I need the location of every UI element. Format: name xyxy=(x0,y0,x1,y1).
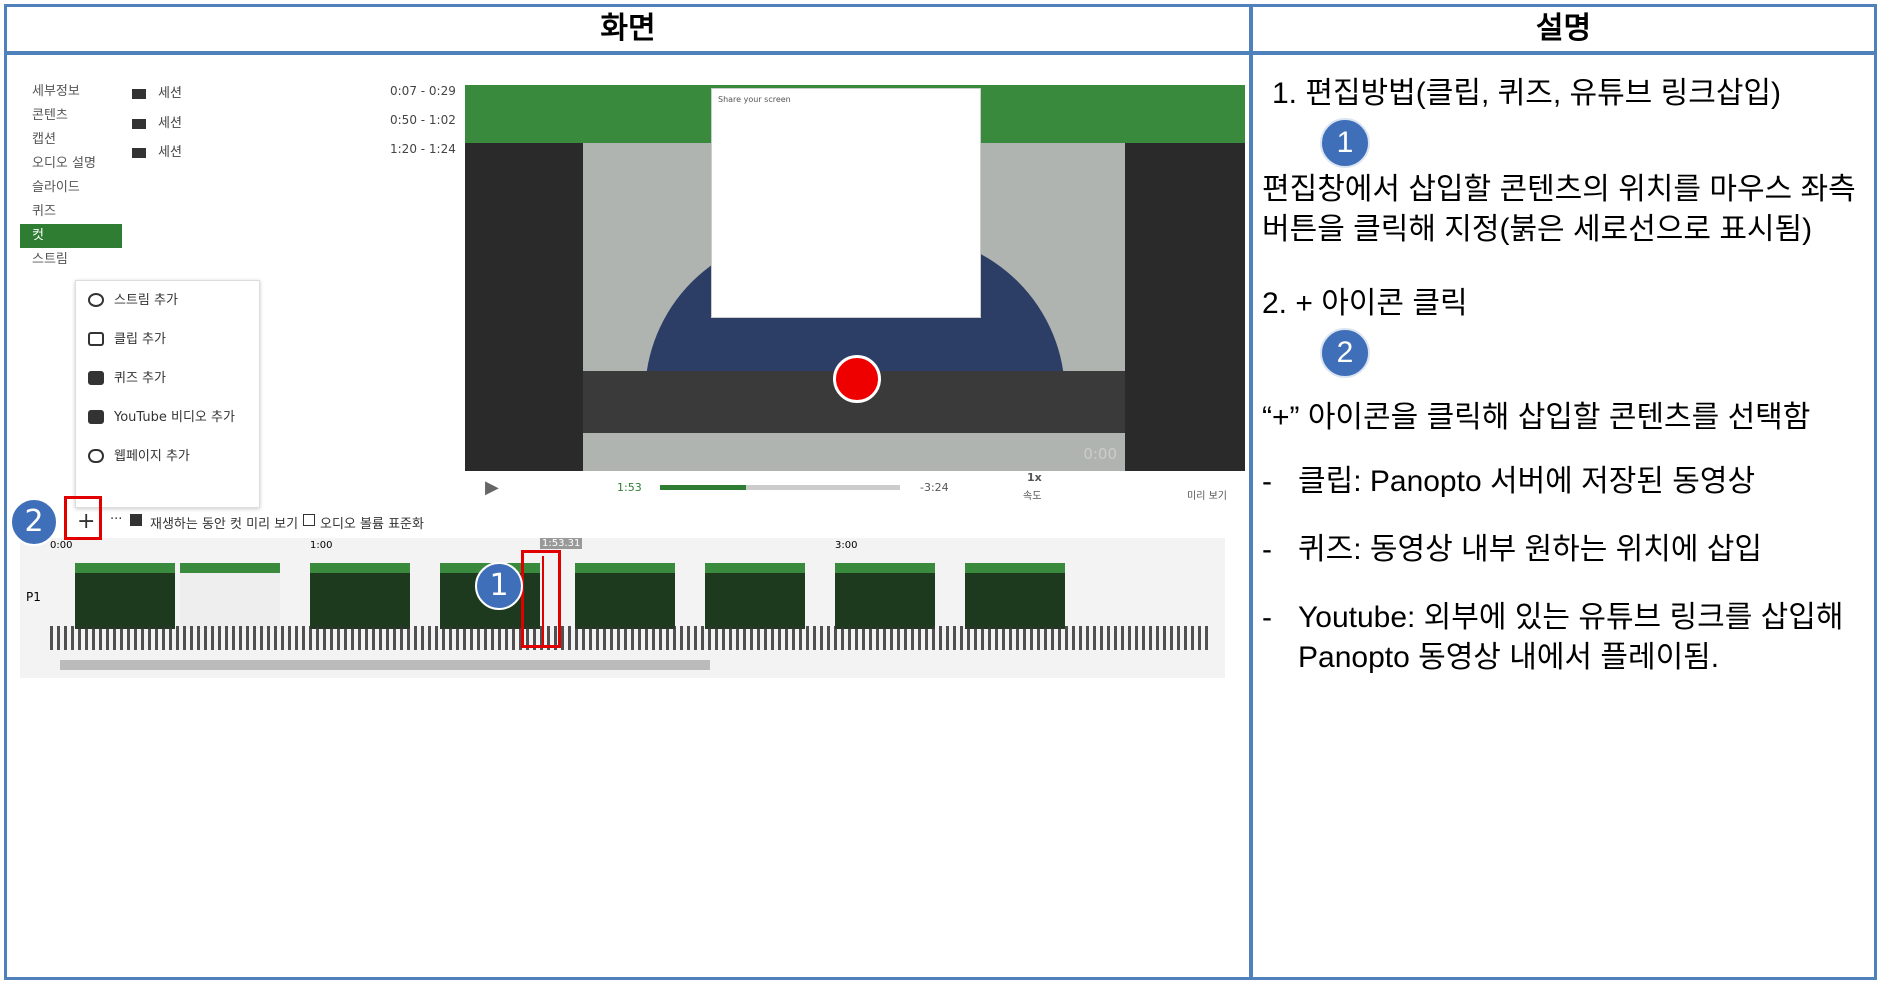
track-label: P1 xyxy=(26,590,41,604)
remaining-time: -3:24 xyxy=(920,481,949,494)
highlight-plus xyxy=(64,496,102,540)
thumbnail xyxy=(705,563,805,629)
preview-checkbox[interactable] xyxy=(130,514,142,526)
cursor-time: 1:53.31 xyxy=(540,538,583,549)
nav-item[interactable]: 퀴즈 xyxy=(20,200,130,224)
menu-add-clip[interactable]: 클립 추가 xyxy=(76,320,259,359)
column-divider xyxy=(1249,4,1253,980)
step1-title: 1. 편집방법(클립, 퀴즈, 유튜브 링크삽입) xyxy=(1272,77,1782,110)
thumbnail xyxy=(75,563,175,629)
timeline[interactable]: 0:00 1:00 1:53.31 3:00 P1 xyxy=(20,538,1225,678)
session-row: 세션 xyxy=(132,141,182,160)
header-screen: 화면 xyxy=(600,11,656,46)
thumbnail xyxy=(965,563,1065,629)
session-row: 세션 xyxy=(132,82,182,101)
tick-label: 1:00 xyxy=(310,540,333,551)
nav-item[interactable]: 캡션 xyxy=(20,128,130,152)
step2-title: 2. + 아이콘 클릭 xyxy=(1262,287,1468,320)
nav-item[interactable]: 콘텐츠 xyxy=(20,104,130,128)
editor-sidebar: 세부정보 콘텐츠 캡션 오디오 설명 슬라이드 퀴즈 컷 스트림 xyxy=(20,80,130,272)
badge-2: 2 xyxy=(10,498,58,546)
step2-badge: 2 xyxy=(1320,328,1370,378)
play-icon[interactable]: ▶ xyxy=(485,477,499,498)
panopto-screenshot: 세부정보 콘텐츠 캡션 오디오 설명 슬라이드 퀴즈 컷 스트림 세션 세션 세… xyxy=(10,80,1245,693)
camera-icon xyxy=(132,88,146,99)
nav-item[interactable]: 오디오 설명 xyxy=(20,152,130,176)
normalize-checkbox[interactable] xyxy=(303,514,315,526)
film-icon xyxy=(88,332,104,346)
session-time: 0:50 - 1:02 xyxy=(390,113,456,127)
add-content-menu: 스트림 추가 클립 추가 퀴즈 추가 YouTube 비디오 추가 웹페이지 추… xyxy=(75,280,260,508)
bullet-item: - 클립: Panopto 서버에 저장된 동영상 xyxy=(1262,465,1756,498)
speed-label: 속도 xyxy=(1023,491,1042,502)
description-column: 1. 편집방법(클립, 퀴즈, 유튜브 링크삽입) 1 편집창에서 삽입할 콘텐… xyxy=(1262,60,1872,678)
speed-value[interactable]: 1x xyxy=(1027,471,1042,484)
step1-badge: 1 xyxy=(1320,118,1370,168)
session-time: 1:20 - 1:24 xyxy=(390,142,456,156)
tick-label: 3:00 xyxy=(835,540,858,551)
share-screen-dialog: Share your screen xyxy=(711,88,981,318)
nav-item-cut[interactable]: 컷 xyxy=(20,224,122,248)
normalize-check-label: 오디오 볼륨 표준화 xyxy=(320,517,424,532)
thumbnail xyxy=(310,563,410,629)
audio-waveform xyxy=(50,626,1210,650)
header-divider xyxy=(4,51,1877,55)
header-description: 설명 xyxy=(1535,11,1592,46)
scrollbar[interactable] xyxy=(60,660,710,670)
tick-label: 0:00 xyxy=(50,540,73,551)
bullet-item: - 퀴즈: 동영상 내부 원하는 위치에 삽입 xyxy=(1262,533,1763,566)
video-preview[interactable]: Share your screen 0:00 xyxy=(465,85,1245,471)
thumbnail xyxy=(835,563,935,629)
step1-text: 편집창에서 삽입할 콘텐츠의 위치를 마우스 좌측 버튼을 클릭해 지정(붉은 … xyxy=(1262,173,1856,246)
editor-toolbar: + ··· 재생하는 동안 컷 미리 보기 오디오 볼륨 표준화 xyxy=(20,509,1225,536)
thumbnail xyxy=(180,563,280,629)
camera-icon xyxy=(132,147,146,158)
play-circle-icon xyxy=(88,293,104,307)
nav-item[interactable]: 세부정보 xyxy=(20,80,130,104)
camera-icon xyxy=(132,118,146,129)
elapsed-time: 1:53 xyxy=(617,481,642,494)
quiz-icon xyxy=(88,371,104,385)
highlight-cursor xyxy=(521,550,561,648)
menu-add-quiz[interactable]: 퀴즈 추가 xyxy=(76,359,259,398)
progress-fill xyxy=(660,485,747,490)
badge-1: 1 xyxy=(475,562,523,610)
session-row: 세션 xyxy=(132,112,182,131)
preview-label: 미리 보기 xyxy=(1187,491,1227,502)
thumbnail xyxy=(575,563,675,629)
youtube-icon xyxy=(88,410,104,424)
session-time: 0:07 - 0:29 xyxy=(390,84,456,98)
menu-add-webpage[interactable]: 웹페이지 추가 xyxy=(76,437,259,476)
step2-text: “+” 아이콘을 클릭해 삽입할 콘텐츠를 선택함 xyxy=(1262,401,1811,434)
menu-add-youtube[interactable]: YouTube 비디오 추가 xyxy=(76,398,259,437)
bullet-item: - Youtube: 외부에 있는 유튜브 링크를 삽입해 Panopto 동영상… xyxy=(1262,601,1844,674)
player-controls: ▶ 1:53 -3:24 1x 속도 미리 보기 xyxy=(465,471,1245,502)
video-time: 0:00 xyxy=(1083,445,1117,463)
preview-check-label: 재생하는 동안 컷 미리 보기 xyxy=(150,517,299,532)
record-button[interactable] xyxy=(833,355,881,403)
progress-track[interactable] xyxy=(660,485,900,490)
more-button[interactable]: ··· xyxy=(110,512,122,527)
menu-add-stream[interactable]: 스트림 추가 xyxy=(76,281,259,320)
link-icon xyxy=(88,449,104,463)
nav-item[interactable]: 슬라이드 xyxy=(20,176,130,200)
nav-item[interactable]: 스트림 xyxy=(20,248,130,272)
